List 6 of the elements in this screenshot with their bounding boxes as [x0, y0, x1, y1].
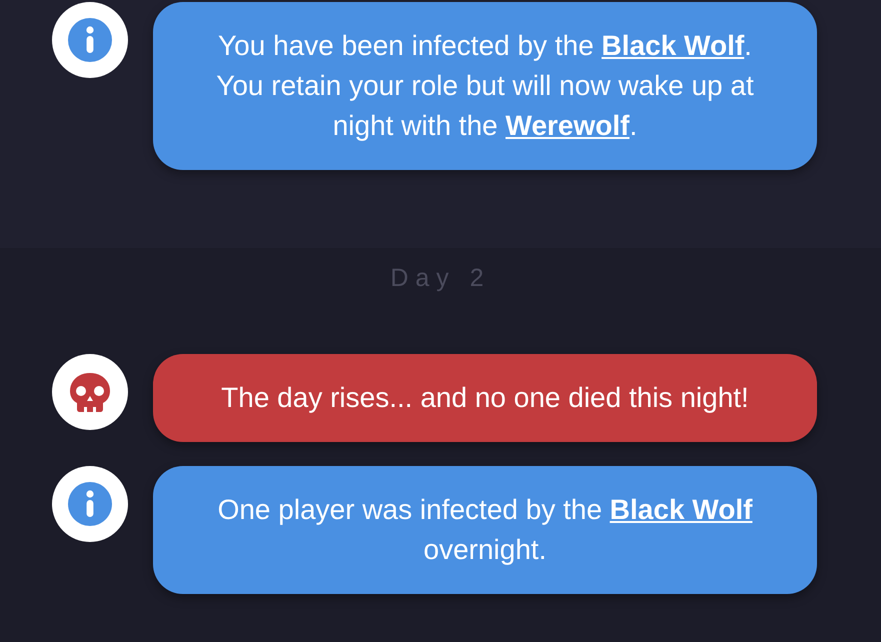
- skull-icon: [67, 371, 113, 413]
- info-icon: [68, 482, 112, 526]
- message-bubble: One player was infected by the Black Wolf overnight.: [153, 466, 817, 594]
- message-bubble: You have been infected by the Black Wolf. You retain your role but will now wake up at night with the Werewolf.: [153, 2, 817, 170]
- info-icon: [68, 18, 112, 62]
- message-bubble: The day rises... and no one died this night!: [153, 354, 817, 442]
